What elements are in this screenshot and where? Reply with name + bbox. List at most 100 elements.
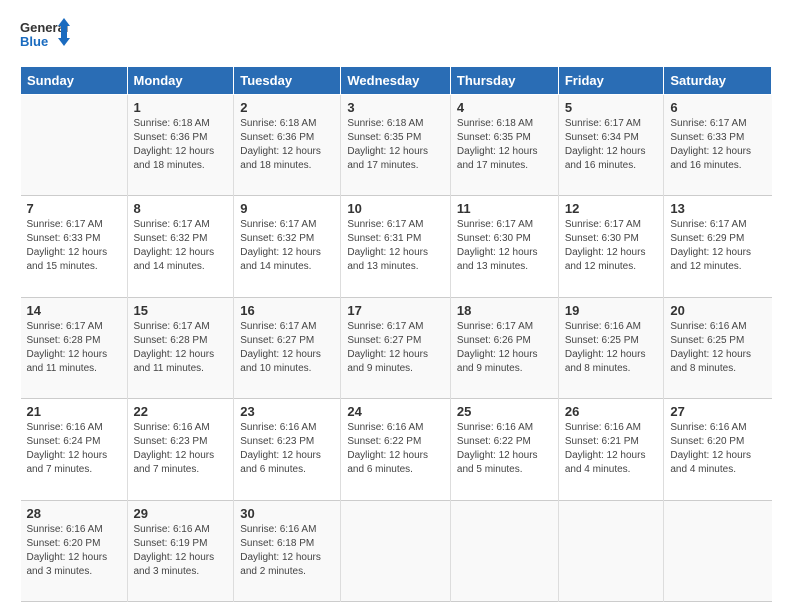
day-number: 5 — [565, 100, 658, 115]
day-number: 9 — [240, 201, 334, 216]
day-number: 26 — [565, 404, 658, 419]
day-info: Sunrise: 6:18 AMSunset: 6:35 PMDaylight:… — [347, 117, 444, 173]
logo-svg: General Blue — [20, 16, 70, 56]
logo: General Blue — [20, 16, 70, 56]
day-info: Sunrise: 6:16 AMSunset: 6:20 PMDaylight:… — [27, 523, 121, 579]
day-info: Sunrise: 6:16 AMSunset: 6:20 PMDaylight:… — [670, 421, 765, 477]
day-number: 27 — [670, 404, 765, 419]
calendar-cell: 14 Sunrise: 6:17 AMSunset: 6:28 PMDayligh… — [21, 297, 128, 398]
day-info: Sunrise: 6:16 AMSunset: 6:22 PMDaylight:… — [457, 421, 552, 477]
calendar-day-header: Saturday — [664, 67, 772, 95]
calendar-cell: 7 Sunrise: 6:17 AMSunset: 6:33 PMDaylight… — [21, 196, 128, 297]
day-info: Sunrise: 6:16 AMSunset: 6:25 PMDaylight:… — [670, 320, 765, 376]
calendar-header-row: SundayMondayTuesdayWednesdayThursdayFrid… — [21, 67, 772, 95]
day-number: 14 — [27, 303, 121, 318]
day-info: Sunrise: 6:16 AMSunset: 6:18 PMDaylight:… — [240, 523, 334, 579]
calendar-cell — [450, 500, 558, 601]
calendar-cell: 27 Sunrise: 6:16 AMSunset: 6:20 PMDayligh… — [664, 399, 772, 500]
calendar-cell: 10 Sunrise: 6:17 AMSunset: 6:31 PMDayligh… — [341, 196, 451, 297]
calendar-cell: 1 Sunrise: 6:18 AMSunset: 6:36 PMDaylight… — [127, 95, 234, 196]
calendar-cell: 13 Sunrise: 6:17 AMSunset: 6:29 PMDayligh… — [664, 196, 772, 297]
calendar-cell — [341, 500, 451, 601]
calendar-cell: 15 Sunrise: 6:17 AMSunset: 6:28 PMDayligh… — [127, 297, 234, 398]
day-number: 25 — [457, 404, 552, 419]
calendar-cell: 29 Sunrise: 6:16 AMSunset: 6:19 PMDayligh… — [127, 500, 234, 601]
calendar-cell: 4 Sunrise: 6:18 AMSunset: 6:35 PMDaylight… — [450, 95, 558, 196]
calendar-day-header: Sunday — [21, 67, 128, 95]
day-info: Sunrise: 6:18 AMSunset: 6:36 PMDaylight:… — [134, 117, 228, 173]
calendar-cell: 26 Sunrise: 6:16 AMSunset: 6:21 PMDayligh… — [558, 399, 664, 500]
day-number: 24 — [347, 404, 444, 419]
calendar-day-header: Thursday — [450, 67, 558, 95]
day-info: Sunrise: 6:17 AMSunset: 6:32 PMDaylight:… — [240, 218, 334, 274]
day-info: Sunrise: 6:16 AMSunset: 6:23 PMDaylight:… — [240, 421, 334, 477]
calendar-cell: 25 Sunrise: 6:16 AMSunset: 6:22 PMDayligh… — [450, 399, 558, 500]
day-number: 1 — [134, 100, 228, 115]
day-number: 21 — [27, 404, 121, 419]
day-info: Sunrise: 6:16 AMSunset: 6:25 PMDaylight:… — [565, 320, 658, 376]
day-info: Sunrise: 6:18 AMSunset: 6:35 PMDaylight:… — [457, 117, 552, 173]
day-info: Sunrise: 6:16 AMSunset: 6:19 PMDaylight:… — [134, 523, 228, 579]
day-info: Sunrise: 6:17 AMSunset: 6:28 PMDaylight:… — [27, 320, 121, 376]
calendar-cell: 3Sunrise: 6:18 AMSunset: 6:35 PMDaylight… — [341, 95, 451, 196]
day-number: 29 — [134, 506, 228, 521]
day-info: Sunrise: 6:17 AMSunset: 6:27 PMDaylight:… — [240, 320, 334, 376]
calendar-cell: 16 Sunrise: 6:17 AMSunset: 6:27 PMDayligh… — [234, 297, 341, 398]
day-number: 23 — [240, 404, 334, 419]
calendar-cell: 11Sunrise: 6:17 AMSunset: 6:30 PMDayligh… — [450, 196, 558, 297]
day-number: 8 — [134, 201, 228, 216]
day-number: 28 — [27, 506, 121, 521]
day-info: Sunrise: 6:16 AMSunset: 6:22 PMDaylight:… — [347, 421, 444, 477]
calendar-cell: 2 Sunrise: 6:18 AMSunset: 6:36 PMDaylight… — [234, 95, 341, 196]
calendar-cell: 23 Sunrise: 6:16 AMSunset: 6:23 PMDayligh… — [234, 399, 341, 500]
calendar-cell: 21 Sunrise: 6:16 AMSunset: 6:24 PMDayligh… — [21, 399, 128, 500]
day-info: Sunrise: 6:16 AMSunset: 6:23 PMDaylight:… — [134, 421, 228, 477]
calendar-cell: 30Sunrise: 6:16 AMSunset: 6:18 PMDayligh… — [234, 500, 341, 601]
calendar-cell — [21, 95, 128, 196]
calendar-cell: 5 Sunrise: 6:17 AMSunset: 6:34 PMDaylight… — [558, 95, 664, 196]
day-info: Sunrise: 6:17 AMSunset: 6:31 PMDaylight:… — [347, 218, 444, 274]
day-number: 15 — [134, 303, 228, 318]
day-info: Sunrise: 6:17 AMSunset: 6:33 PMDaylight:… — [670, 117, 765, 173]
calendar-week-row: 1 Sunrise: 6:18 AMSunset: 6:36 PMDaylight… — [21, 95, 772, 196]
day-number: 22 — [134, 404, 228, 419]
day-number: 12 — [565, 201, 658, 216]
svg-text:Blue: Blue — [20, 34, 48, 49]
day-number: 16 — [240, 303, 334, 318]
day-number: 2 — [240, 100, 334, 115]
day-number: 17 — [347, 303, 444, 318]
calendar-cell: 12 Sunrise: 6:17 AMSunset: 6:30 PMDayligh… — [558, 196, 664, 297]
calendar-cell: 17 Sunrise: 6:17 AMSunset: 6:27 PMDayligh… — [341, 297, 451, 398]
day-number: 13 — [670, 201, 765, 216]
calendar-cell: 9 Sunrise: 6:17 AMSunset: 6:32 PMDaylight… — [234, 196, 341, 297]
calendar-cell: 19Sunrise: 6:16 AMSunset: 6:25 PMDayligh… — [558, 297, 664, 398]
day-info: Sunrise: 6:18 AMSunset: 6:36 PMDaylight:… — [240, 117, 334, 173]
calendar-day-header: Monday — [127, 67, 234, 95]
day-info: Sunrise: 6:17 AMSunset: 6:32 PMDaylight:… — [134, 218, 228, 274]
day-number: 18 — [457, 303, 552, 318]
day-number: 7 — [27, 201, 121, 216]
day-info: Sunrise: 6:17 AMSunset: 6:34 PMDaylight:… — [565, 117, 658, 173]
day-info: Sunrise: 6:17 AMSunset: 6:28 PMDaylight:… — [134, 320, 228, 376]
calendar-cell: 8 Sunrise: 6:17 AMSunset: 6:32 PMDaylight… — [127, 196, 234, 297]
day-info: Sunrise: 6:17 AMSunset: 6:30 PMDaylight:… — [565, 218, 658, 274]
calendar-cell: 20 Sunrise: 6:16 AMSunset: 6:25 PMDayligh… — [664, 297, 772, 398]
calendar-cell: 28 Sunrise: 6:16 AMSunset: 6:20 PMDayligh… — [21, 500, 128, 601]
day-info: Sunrise: 6:17 AMSunset: 6:30 PMDaylight:… — [457, 218, 552, 274]
calendar-cell: 6 Sunrise: 6:17 AMSunset: 6:33 PMDaylight… — [664, 95, 772, 196]
day-info: Sunrise: 6:16 AMSunset: 6:24 PMDaylight:… — [27, 421, 121, 477]
calendar-cell: 18Sunrise: 6:17 AMSunset: 6:26 PMDayligh… — [450, 297, 558, 398]
day-info: Sunrise: 6:17 AMSunset: 6:27 PMDaylight:… — [347, 320, 444, 376]
calendar-day-header: Wednesday — [341, 67, 451, 95]
day-number: 20 — [670, 303, 765, 318]
day-info: Sunrise: 6:17 AMSunset: 6:29 PMDaylight:… — [670, 218, 765, 274]
day-number: 6 — [670, 100, 765, 115]
page-header: General Blue — [20, 16, 772, 56]
day-info: Sunrise: 6:16 AMSunset: 6:21 PMDaylight:… — [565, 421, 658, 477]
calendar-cell: 22 Sunrise: 6:16 AMSunset: 6:23 PMDayligh… — [127, 399, 234, 500]
calendar-cell — [664, 500, 772, 601]
day-info: Sunrise: 6:17 AMSunset: 6:33 PMDaylight:… — [27, 218, 121, 274]
day-number: 10 — [347, 201, 444, 216]
calendar-week-row: 14 Sunrise: 6:17 AMSunset: 6:28 PMDayligh… — [21, 297, 772, 398]
day-number: 4 — [457, 100, 552, 115]
